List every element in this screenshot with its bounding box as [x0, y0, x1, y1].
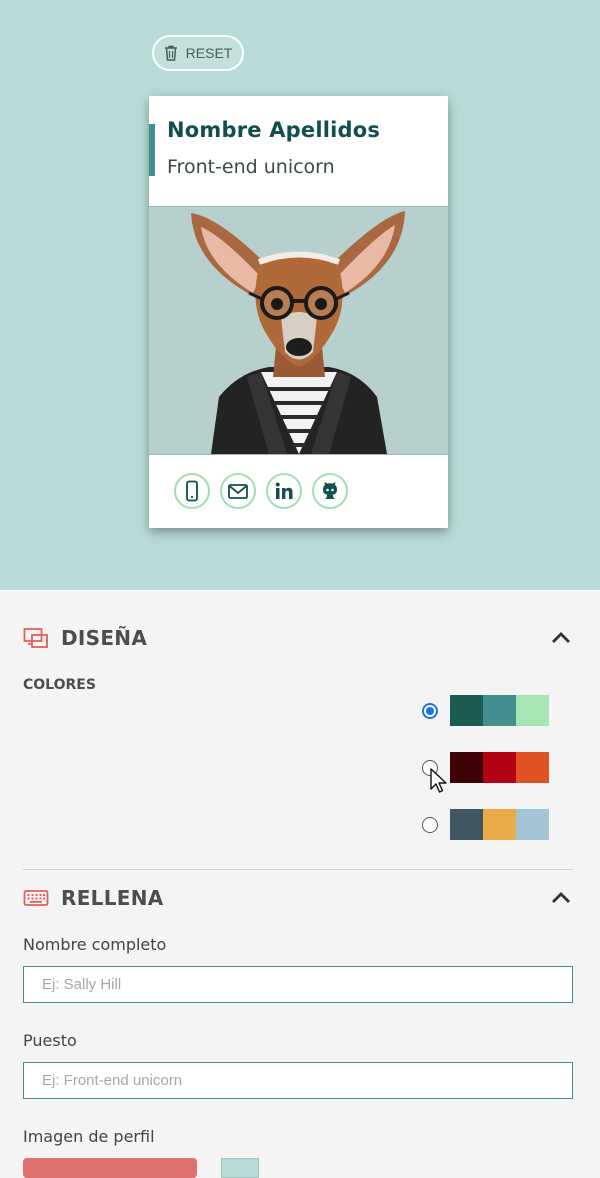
chevron-up-icon[interactable]: [550, 887, 572, 909]
mail-icon: [228, 484, 248, 499]
linkedin-link[interactable]: [266, 473, 302, 509]
card-social-links: [149, 454, 448, 528]
swatch: [483, 695, 516, 726]
fill-section-header[interactable]: RELLENA: [23, 883, 575, 913]
reset-label: RESET: [185, 45, 233, 61]
profile-image-label: Imagen de perfil: [23, 1127, 155, 1146]
design-section-header[interactable]: DISEÑA: [23, 623, 575, 653]
add-image-button[interactable]: [23, 1158, 197, 1178]
keyboard-icon: [23, 890, 49, 906]
swatch: [450, 752, 483, 783]
design-section-title: DISEÑA: [61, 626, 148, 650]
swatch: [483, 809, 516, 840]
palette-option-1[interactable]: [422, 695, 549, 726]
card-header: Nombre Apellidos Front-end unicorn: [149, 96, 448, 204]
chevron-up-icon[interactable]: [550, 627, 572, 649]
palette-option-2[interactable]: [422, 752, 549, 783]
palette-option-3[interactable]: [422, 809, 549, 840]
card-preview-area: RESET Nombre Apellidos Front-end unicorn: [0, 0, 600, 590]
trash-icon: [164, 45, 177, 61]
job-label: Puesto: [23, 1031, 77, 1050]
job-input[interactable]: [23, 1062, 573, 1099]
github-icon: [323, 482, 337, 499]
swatch: [483, 752, 516, 783]
design-icon: [23, 628, 48, 648]
linkedin-icon: [275, 482, 293, 499]
colors-label: COLORES: [23, 677, 96, 693]
deer-portrait-image: [149, 207, 448, 454]
fill-section-title: RELLENA: [61, 886, 164, 910]
card-name: Nombre Apellidos: [167, 118, 381, 142]
card-job: Front-end unicorn: [167, 156, 335, 178]
profile-card: Nombre Apellidos Front-end unicorn: [149, 96, 448, 528]
palette-radio-2[interactable]: [422, 759, 438, 776]
palette-radio-1[interactable]: [422, 702, 438, 719]
phone-link[interactable]: [174, 473, 210, 509]
palette-radio-3[interactable]: [422, 816, 438, 833]
swatch: [516, 695, 549, 726]
reset-button[interactable]: RESET: [152, 35, 244, 71]
phone-icon: [186, 480, 198, 502]
full-name-label: Nombre completo: [23, 935, 167, 954]
swatch: [450, 809, 483, 840]
swatch: [450, 695, 483, 726]
swatch: [516, 809, 549, 840]
profile-image-thumbnail: [221, 1158, 259, 1178]
full-name-input[interactable]: [23, 966, 573, 1003]
email-link[interactable]: [220, 473, 256, 509]
card-accent-bar: [149, 124, 155, 176]
section-divider: [23, 869, 573, 870]
github-link[interactable]: [312, 473, 348, 509]
swatch: [516, 752, 549, 783]
card-photo: [149, 206, 448, 455]
